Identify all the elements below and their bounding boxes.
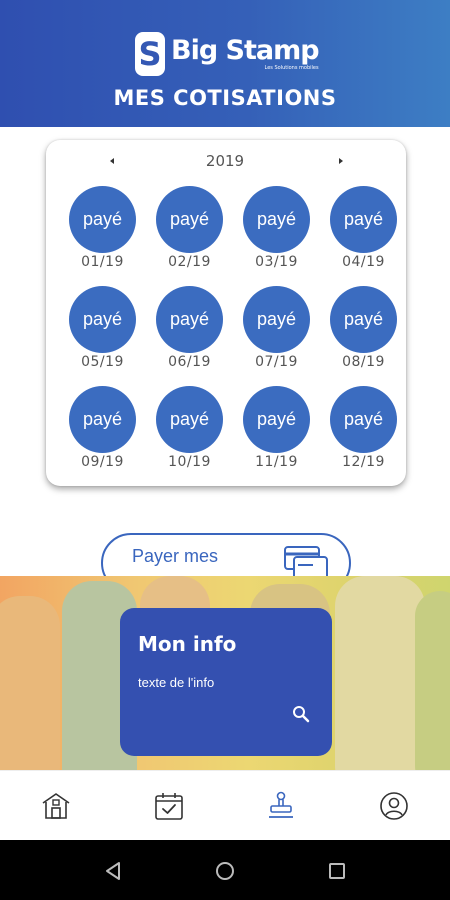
logo-name: Big Stamp (171, 35, 320, 66)
paid-badge[interactable]: payé (156, 186, 223, 253)
month-cell[interactable]: payé 12/19 (320, 386, 407, 486)
profile-icon (380, 792, 408, 820)
home-circle-icon (216, 862, 234, 880)
month-label: 09/19 (81, 454, 124, 470)
month-label: 04/19 (342, 254, 385, 270)
month-cell[interactable]: payé 01/19 (59, 186, 146, 286)
paid-badge[interactable]: payé (243, 186, 310, 253)
recent-square-icon (329, 863, 345, 879)
month-label: 08/19 (342, 354, 385, 370)
calendar-check-icon (155, 793, 183, 820)
month-label: 03/19 (255, 254, 298, 270)
month-cell[interactable]: payé 04/19 (320, 186, 407, 286)
month-label: 01/19 (81, 254, 124, 270)
month-cell[interactable]: payé 08/19 (320, 286, 407, 386)
home-system-button[interactable] (214, 860, 236, 882)
paid-badge[interactable]: payé (156, 386, 223, 453)
paid-badge[interactable]: payé (69, 286, 136, 353)
back-button[interactable] (102, 860, 124, 882)
month-cell[interactable]: payé 10/19 (146, 386, 233, 486)
tab-home[interactable] (0, 771, 112, 841)
month-label: 10/19 (168, 454, 211, 470)
month-label: 02/19 (168, 254, 211, 270)
stamp-icon (269, 791, 293, 818)
pay-button-label: Payer mes (132, 546, 219, 566)
big-stamp-logo: S Big Stamp Les Solutions mobiles (135, 28, 320, 80)
info-card[interactable]: Mon info texte de l'info (120, 608, 332, 756)
next-year-button[interactable] (333, 153, 349, 169)
android-navigation-bar (0, 840, 450, 900)
logo-tagline: Les Solutions mobiles (264, 65, 319, 71)
info-text: texte de l'info (138, 675, 215, 690)
back-triangle-icon (106, 862, 120, 880)
year-selector: 2019 (46, 150, 406, 174)
year-label: 2019 (205, 152, 245, 170)
search-icon[interactable] (292, 705, 310, 723)
month-cell[interactable]: payé 05/19 (59, 286, 146, 386)
month-cell[interactable]: payé 06/19 (146, 286, 233, 386)
month-cell[interactable]: payé 07/19 (233, 286, 320, 386)
tab-calendar[interactable] (113, 771, 225, 841)
paid-badge[interactable]: payé (69, 186, 136, 253)
month-grid: payé 01/19 payé 02/19 payé 03/19 payé 04… (59, 186, 407, 476)
month-label: 07/19 (255, 354, 298, 370)
home-icon (42, 793, 70, 819)
month-label: 11/19 (255, 454, 298, 470)
paid-badge[interactable]: payé (330, 186, 397, 253)
page-title: MES COTISATIONS (113, 86, 337, 110)
paid-badge[interactable]: payé (156, 286, 223, 353)
month-cell[interactable]: payé 11/19 (233, 386, 320, 486)
photo-figure (335, 576, 425, 770)
tab-profile[interactable] (338, 771, 450, 841)
chevron-right-icon (339, 158, 343, 164)
month-cell[interactable]: payé 09/19 (59, 386, 146, 486)
app-header: S Big Stamp Les Solutions mobiles MES CO… (0, 0, 450, 127)
paid-badge[interactable]: payé (330, 386, 397, 453)
month-cell[interactable]: payé 02/19 (146, 186, 233, 286)
info-title: Mon info (138, 632, 237, 656)
recent-apps-button[interactable] (326, 860, 348, 882)
tab-stamp[interactable] (225, 771, 337, 841)
logo-mark: S (135, 32, 165, 76)
payment-calendar-card: 2019 payé 01/19 payé 02/19 payé 03/19 pa… (46, 140, 406, 486)
bottom-tab-bar (0, 770, 450, 840)
paid-badge[interactable]: payé (243, 386, 310, 453)
paid-badge[interactable]: payé (330, 286, 397, 353)
paid-badge[interactable]: payé (69, 386, 136, 453)
photo-figure (0, 596, 60, 770)
month-cell[interactable]: payé 03/19 (233, 186, 320, 286)
paid-badge[interactable]: payé (243, 286, 310, 353)
month-label: 06/19 (168, 354, 211, 370)
photo-figure (415, 591, 450, 770)
month-label: 05/19 (81, 354, 124, 370)
month-label: 12/19 (342, 454, 385, 470)
